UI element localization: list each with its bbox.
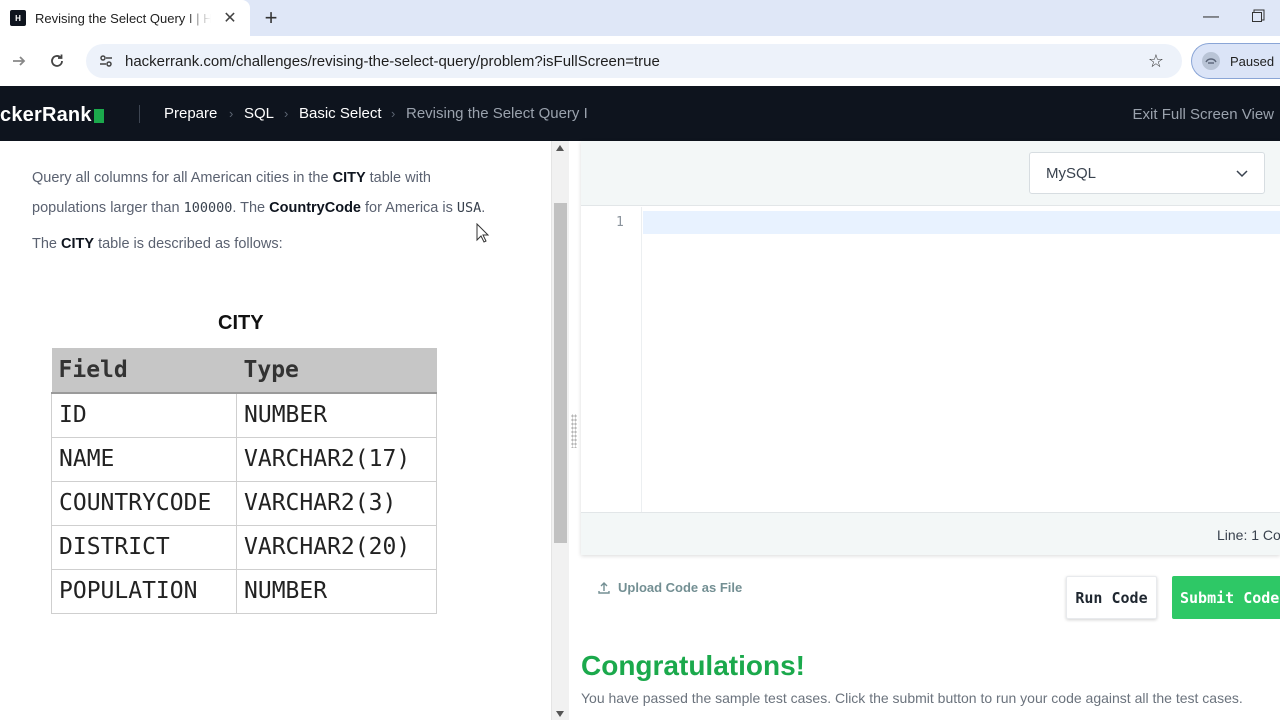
breadcrumb-chevron-icon: › — [284, 106, 289, 121]
breadcrumb-chevron-icon: › — [391, 106, 396, 121]
logo-mark-icon — [93, 108, 104, 123]
bookmark-star-icon[interactable]: ☆ — [1144, 49, 1168, 73]
upload-code-link[interactable]: Upload Code as File — [597, 580, 742, 595]
mouse-cursor-icon — [476, 223, 490, 243]
problem-statement-panel: Query all columns for all American citie… — [0, 141, 551, 720]
scroll-up-arrow-icon[interactable] — [556, 145, 564, 151]
table-row: DISTRICT VARCHAR2(20) — [51, 524, 437, 570]
profile-status-label: Paused — [1230, 53, 1275, 69]
breadcrumb-current: Revising the Select Query I — [406, 105, 588, 122]
breadcrumb-prepare[interactable]: Prepare — [164, 105, 217, 122]
editor-status-bar: Line: 1 Col: 1 — [581, 512, 1280, 555]
language-select[interactable]: MySQL — [1029, 152, 1265, 194]
table-cell-type: VARCHAR2(17) — [236, 436, 437, 482]
tab-close-icon[interactable]: ✕ — [220, 8, 240, 28]
scroll-down-arrow-icon[interactable] — [556, 711, 564, 717]
url-text: hackerrank.com/challenges/revising-the-s… — [125, 52, 660, 70]
upload-icon — [598, 581, 610, 594]
table-cell-type: NUMBER — [236, 392, 437, 438]
result-message: You have passed the sample test cases. C… — [581, 690, 1243, 706]
column-header-field: Field — [51, 348, 237, 394]
panel-resize-handle[interactable] — [571, 414, 577, 448]
table-cell-type: VARCHAR2(20) — [236, 524, 437, 570]
problem-paragraph-1: Query all columns for all American citie… — [32, 170, 431, 186]
hackerrank-header: ckerRank Prepare › SQL › Basic Select › … — [0, 86, 1280, 141]
window-minimize-icon[interactable]: — — [1198, 4, 1224, 30]
table-row: COUNTRYCODE VARCHAR2(3) — [51, 480, 437, 526]
hackerrank-logo[interactable]: ckerRank — [0, 104, 104, 127]
new-tab-plus-icon[interactable]: + — [258, 5, 284, 31]
line-number: 1 — [616, 215, 624, 230]
table-cell-field: COUNTRYCODE — [51, 480, 237, 526]
breadcrumb-chevron-icon: › — [229, 106, 234, 121]
reload-icon[interactable] — [44, 48, 70, 74]
cursor-position-status: Line: 1 Col: 1 — [1217, 527, 1280, 543]
tab-title: Revising the Select Query I | HackerRank — [35, 10, 211, 26]
window-restore-icon[interactable] — [1244, 4, 1270, 30]
city-schema-table: Field Type ID NUMBER NAME VARCHAR2(17) C… — [51, 348, 437, 614]
problem-paragraph-2: populations larger than 100000. The Coun… — [32, 200, 486, 216]
city-table-title: CITY — [218, 312, 264, 334]
scroll-thumb[interactable] — [554, 203, 567, 543]
table-cell-type: NUMBER — [236, 568, 437, 614]
hackerrank-favicon-icon: H — [10, 10, 26, 26]
editor-toolbar: MySQL — [581, 141, 1280, 206]
forward-arrow-icon[interactable] — [6, 48, 32, 74]
table-cell-field: POPULATION — [51, 568, 237, 614]
breadcrumb-sql[interactable]: SQL — [244, 105, 274, 122]
browser-toolbar: hackerrank.com/challenges/revising-the-s… — [0, 36, 1280, 86]
table-row: ID NUMBER — [51, 392, 437, 438]
address-bar[interactable]: hackerrank.com/challenges/revising-the-s… — [86, 44, 1182, 78]
code-input-line[interactable] — [643, 211, 1280, 234]
site-info-tune-icon[interactable] — [94, 49, 118, 73]
table-row: NAME VARCHAR2(17) — [51, 436, 437, 482]
code-editor-panel: MySQL 1 Line: 1 Col: 1 — [581, 141, 1280, 555]
table-row: POPULATION NUMBER — [51, 568, 437, 614]
editor-line-gutter: 1 — [581, 207, 642, 512]
table-cell-field: DISTRICT — [51, 524, 237, 570]
language-select-value: MySQL — [1046, 164, 1097, 182]
run-code-button[interactable]: Run Code — [1066, 576, 1157, 619]
column-header-type: Type — [236, 348, 437, 394]
submit-code-button[interactable]: Submit Code — [1172, 576, 1280, 619]
profile-button[interactable]: Paused — [1191, 43, 1280, 79]
table-cell-field: NAME — [51, 436, 237, 482]
upload-code-label: Upload Code as File — [618, 580, 743, 595]
breadcrumb-basic-select[interactable]: Basic Select — [299, 105, 382, 122]
browser-tab[interactable]: H Revising the Select Query I | HackerRa… — [0, 0, 250, 36]
chevron-down-icon — [1236, 170, 1248, 178]
table-cell-field: ID — [51, 392, 237, 438]
table-cell-type: VARCHAR2(3) — [236, 480, 437, 526]
browser-tab-bar: H Revising the Select Query I | HackerRa… — [0, 0, 1280, 36]
problem-paragraph-3: The CITY table is described as follows: — [32, 236, 283, 252]
exit-full-screen-link[interactable]: Exit Full Screen View — [1133, 106, 1274, 123]
result-title: Congratulations! — [581, 650, 805, 681]
profile-avatar-icon — [1202, 52, 1220, 70]
problem-scrollbar[interactable] — [551, 141, 569, 720]
header-divider — [139, 105, 140, 123]
